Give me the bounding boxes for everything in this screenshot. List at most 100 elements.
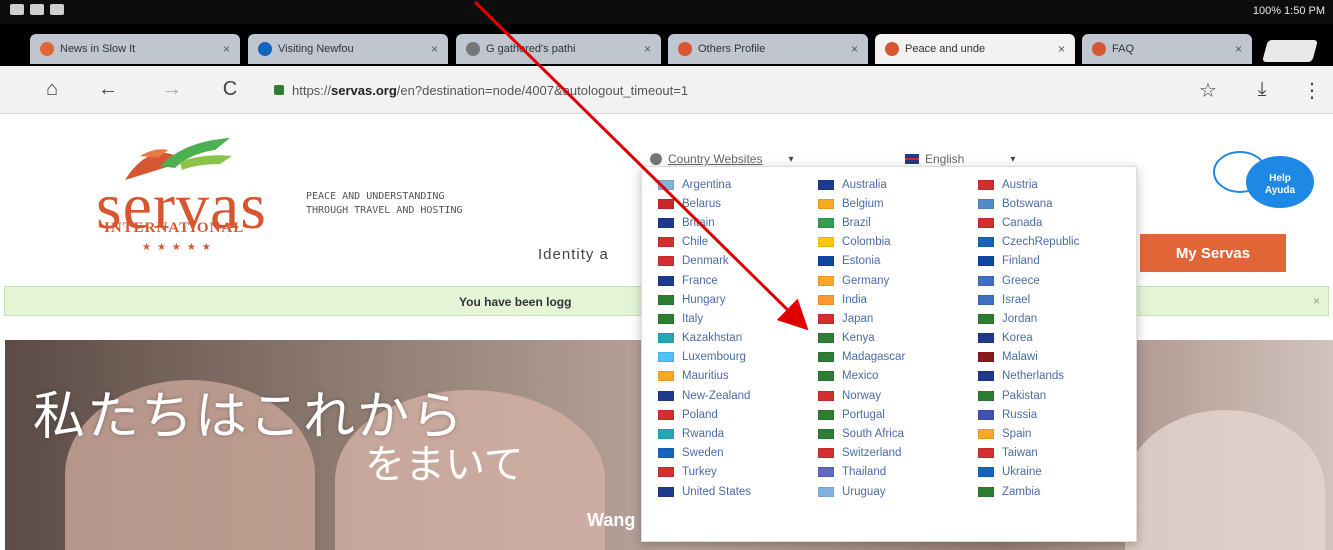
- country-link[interactable]: Thailand: [808, 463, 968, 482]
- country-link[interactable]: France: [648, 271, 808, 290]
- star-icon[interactable]: ☆: [1196, 78, 1220, 103]
- country-link[interactable]: Portugal: [808, 405, 968, 424]
- country-link[interactable]: Estonia: [808, 252, 968, 271]
- country-link[interactable]: Kazakhstan: [648, 329, 808, 348]
- country-link[interactable]: Poland: [648, 405, 808, 424]
- country-link[interactable]: Belarus: [648, 194, 808, 213]
- country-link[interactable]: Sweden: [648, 444, 808, 463]
- browser-tab[interactable]: Visiting Newfou ×: [248, 34, 448, 64]
- country-link[interactable]: Pakistan: [968, 386, 1128, 405]
- browser-tab[interactable]: Peace and unde ×: [875, 34, 1075, 64]
- close-icon[interactable]: ×: [1313, 294, 1320, 308]
- country-link[interactable]: CzechRepublic: [968, 233, 1128, 252]
- country-link[interactable]: Australia: [808, 175, 968, 194]
- tab-close-icon[interactable]: ×: [851, 42, 858, 56]
- flag-icon: [978, 371, 994, 382]
- download-icon[interactable]: ⤓: [1250, 78, 1274, 101]
- tab-close-icon[interactable]: ×: [1235, 42, 1242, 56]
- country-link[interactable]: United States: [648, 482, 808, 501]
- new-tab-button[interactable]: [1262, 40, 1318, 62]
- country-link[interactable]: Israel: [968, 290, 1128, 309]
- flag-icon: [818, 352, 834, 363]
- tab-close-icon[interactable]: ×: [1058, 42, 1065, 56]
- country-link[interactable]: Korea: [968, 329, 1128, 348]
- country-link[interactable]: New-Zealand: [648, 386, 808, 405]
- url-bar[interactable]: https://servas.org/en?destination=node/4…: [268, 74, 1188, 106]
- country-link[interactable]: Spain: [968, 424, 1128, 443]
- flag-icon: [818, 275, 834, 286]
- country-link[interactable]: Germany: [808, 271, 968, 290]
- logout-message: You have been logg: [459, 295, 572, 309]
- country-link[interactable]: Britain: [648, 213, 808, 232]
- country-link[interactable]: Belgium: [808, 194, 968, 213]
- browser-tab[interactable]: News in Slow It ×: [30, 34, 240, 64]
- country-link[interactable]: Netherlands: [968, 367, 1128, 386]
- country-link[interactable]: Hungary: [648, 290, 808, 309]
- tab-favicon-icon: [885, 42, 899, 56]
- country-link[interactable]: Norway: [808, 386, 968, 405]
- country-websites-select[interactable]: Country Websites ▾: [650, 152, 794, 166]
- country-link[interactable]: Uruguay: [808, 482, 968, 501]
- country-link[interactable]: Mauritius: [648, 367, 808, 386]
- url-path: /en?destination=node/4007&autologout_tim…: [396, 82, 689, 98]
- home-icon[interactable]: ⌂: [40, 78, 64, 101]
- country-link[interactable]: Turkey: [648, 463, 808, 482]
- menu-icon[interactable]: ⋮: [1300, 78, 1324, 103]
- country-name: South Africa: [842, 428, 905, 441]
- country-link[interactable]: Luxembourg: [648, 348, 808, 367]
- country-link[interactable]: Ukraine: [968, 463, 1128, 482]
- country-link[interactable]: Taiwan: [968, 444, 1128, 463]
- country-link[interactable]: Kenya: [808, 329, 968, 348]
- country-link[interactable]: South Africa: [808, 424, 968, 443]
- country-link[interactable]: Russia: [968, 405, 1128, 424]
- tab-close-icon[interactable]: ×: [644, 42, 651, 56]
- tab-close-icon[interactable]: ×: [223, 42, 230, 56]
- browser-tab[interactable]: G gathered's pathi ×: [456, 34, 661, 64]
- country-link[interactable]: Jordan: [968, 309, 1128, 328]
- country-name: CzechRepublic: [1002, 236, 1080, 249]
- tab-close-icon[interactable]: ×: [431, 42, 438, 56]
- flag-icon: [978, 217, 994, 228]
- country-link[interactable]: Colombia: [808, 233, 968, 252]
- flag-icon: [818, 198, 834, 209]
- country-name: Poland: [682, 408, 718, 421]
- country-link[interactable]: Japan: [808, 309, 968, 328]
- country-link[interactable]: Greece: [968, 271, 1128, 290]
- country-link[interactable]: Denmark: [648, 252, 808, 271]
- country-name: Netherlands: [1002, 370, 1065, 383]
- country-name: Hungary: [682, 293, 726, 306]
- country-name: Greece: [1002, 274, 1040, 287]
- browser-tab[interactable]: FAQ ×: [1082, 34, 1252, 64]
- country-link[interactable]: Chile: [648, 233, 808, 252]
- country-link[interactable]: Botswana: [968, 194, 1128, 213]
- flag-icon: [978, 409, 994, 420]
- forward-icon[interactable]: →: [160, 78, 184, 101]
- back-icon[interactable]: ←: [96, 78, 120, 101]
- country-link[interactable]: Canada: [968, 213, 1128, 232]
- country-link[interactable]: Brazil: [808, 213, 968, 232]
- country-link[interactable]: Argentina: [648, 175, 808, 194]
- country-name: Finland: [1002, 255, 1040, 268]
- flag-icon: [978, 333, 994, 344]
- flag-icon: [658, 237, 674, 248]
- country-link[interactable]: Rwanda: [648, 424, 808, 443]
- tab-title: G gathered's pathi: [486, 43, 576, 55]
- country-link[interactable]: Italy: [648, 309, 808, 328]
- country-name: Zambia: [1002, 485, 1041, 498]
- country-link[interactable]: Finland: [968, 252, 1128, 271]
- country-link[interactable]: Switzerland: [808, 444, 968, 463]
- country-link[interactable]: India: [808, 290, 968, 309]
- country-link[interactable]: Zambia: [968, 482, 1128, 501]
- chevron-down-icon: ▾: [788, 153, 794, 165]
- country-link[interactable]: Austria: [968, 175, 1128, 194]
- country-link[interactable]: Mexico: [808, 367, 968, 386]
- flag-icon: [818, 313, 834, 324]
- country-link[interactable]: Madagascar: [808, 348, 968, 367]
- my-servas-button[interactable]: My Servas: [1140, 234, 1286, 272]
- browser-tab[interactable]: Others Profile ×: [668, 34, 868, 64]
- help-chat-icon[interactable]: Help Ayuda: [1210, 148, 1318, 212]
- country-link[interactable]: Malawi: [968, 348, 1128, 367]
- reload-icon[interactable]: C: [218, 78, 242, 101]
- address-row: ⌂ ← → C https://servas.org/en?destinatio…: [0, 66, 1333, 114]
- language-select[interactable]: English ▾: [905, 152, 1015, 166]
